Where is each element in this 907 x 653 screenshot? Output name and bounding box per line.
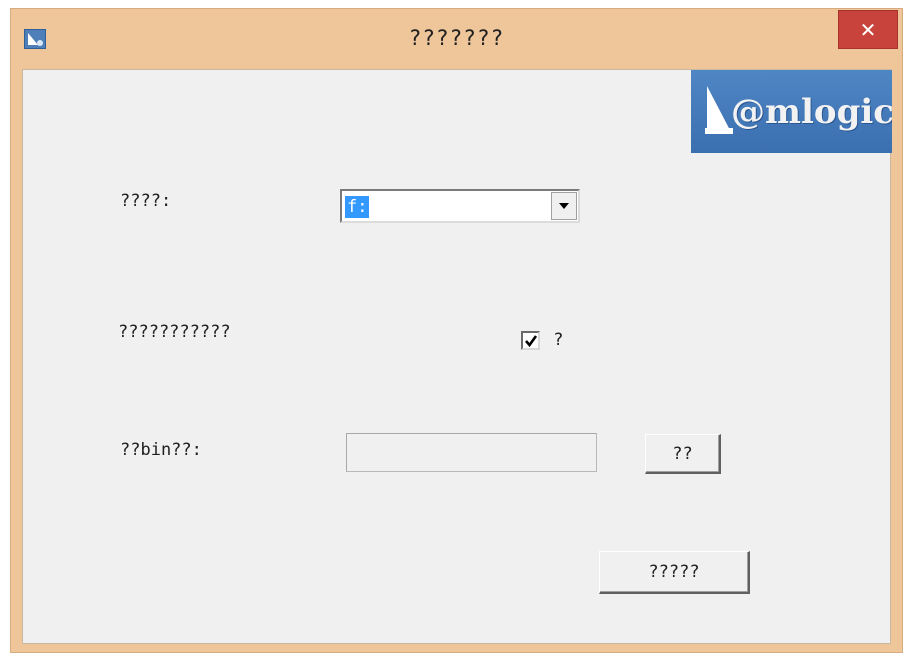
bin-path-label: ??bin??: [120, 440, 202, 460]
window-title: ??????? [408, 26, 505, 50]
dialog-client-area: @mlogic ????: f: ??????????? ? ??bin??: … [22, 69, 892, 644]
close-icon: ✕ [859, 17, 877, 42]
dialog-window: ??????? ✕ @mlogic ????: f: ??????????? ? [10, 8, 903, 653]
drive-select-value: f: [345, 196, 370, 218]
option-checkbox-label[interactable]: ? [554, 330, 563, 350]
logo-text: @mlogic [731, 92, 892, 132]
dropdown-button[interactable] [551, 192, 577, 220]
drive-label: ????: [120, 191, 172, 211]
option-checkbox[interactable] [521, 331, 540, 350]
title-bar[interactable]: ??????? ✕ [11, 9, 902, 67]
confirm-button[interactable]: ????? [599, 551, 750, 594]
option-label: ??????????? [118, 322, 231, 342]
chevron-down-icon [559, 203, 569, 209]
amlogic-logo: @mlogic [691, 70, 892, 153]
browse-button[interactable]: ?? [645, 434, 721, 474]
check-icon [525, 335, 538, 348]
drive-select[interactable]: f: [340, 189, 580, 223]
bin-path-input[interactable] [346, 433, 597, 472]
close-button[interactable]: ✕ [838, 10, 898, 49]
